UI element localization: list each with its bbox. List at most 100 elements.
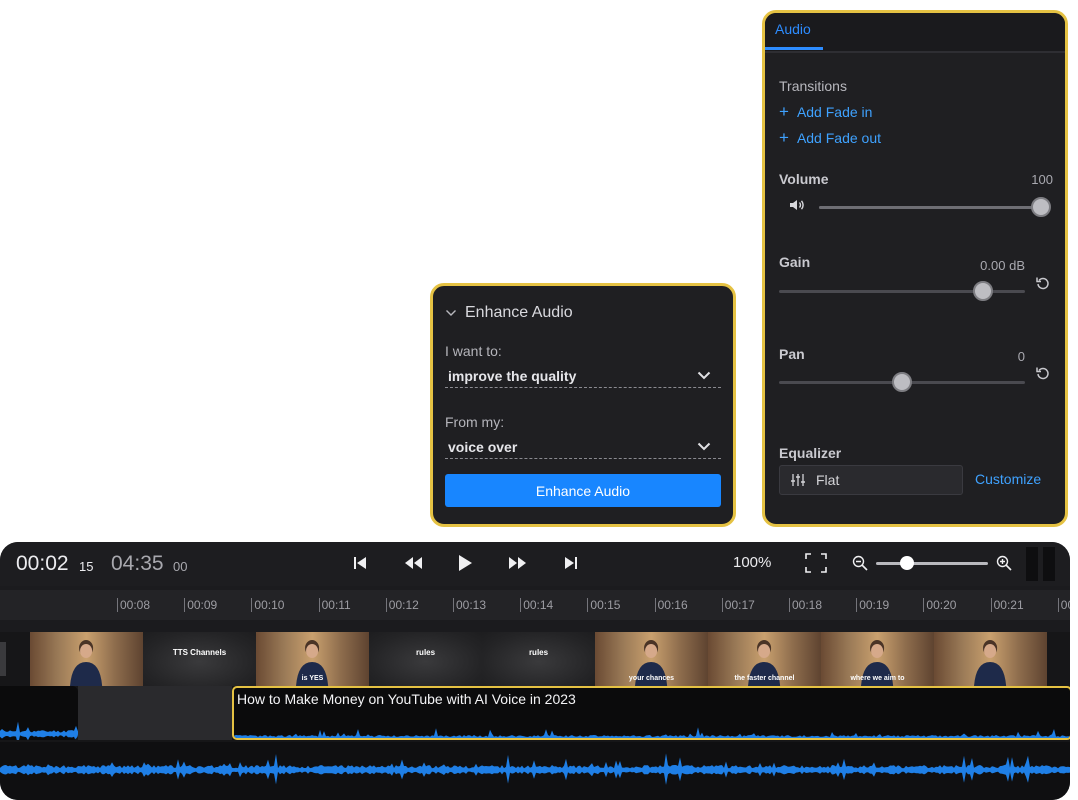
add-fade-in-button[interactable]: + Add Fade in bbox=[779, 102, 873, 121]
audio-properties-panel: Audio Transitions + Add Fade in + Add Fa… bbox=[762, 10, 1068, 527]
equalizer-preset-value: Flat bbox=[816, 472, 840, 488]
ruler-tick: 00:08 bbox=[117, 598, 150, 612]
zoom-in-icon[interactable] bbox=[996, 555, 1012, 571]
ruler-tick: 00:12 bbox=[385, 598, 419, 612]
speaker-icon[interactable] bbox=[789, 198, 805, 212]
video-clip-thumbnail[interactable]: is YES bbox=[256, 632, 369, 686]
video-clip-thumbnail[interactable] bbox=[30, 632, 143, 686]
selected-audio-clip[interactable]: How to Make Money on YouTube with AI Voi… bbox=[232, 686, 1070, 740]
presenter-figure bbox=[972, 638, 1008, 686]
video-track[interactable]: TTS Channels is YES rules rules your chances… bbox=[0, 632, 1070, 686]
ruler-tick: 00:16 bbox=[654, 598, 688, 612]
from-my-label: From my: bbox=[445, 414, 505, 430]
presenter-figure bbox=[68, 638, 104, 686]
volume-slider-track[interactable] bbox=[819, 206, 1041, 209]
video-editor: 00:02 15 04:35 00 100% 00:08 00:09 00:10… bbox=[0, 542, 1070, 800]
want-to-select[interactable]: improve the quality bbox=[445, 364, 721, 388]
skip-to-end-icon[interactable] bbox=[564, 555, 578, 571]
clip-caption: the faster channel bbox=[734, 675, 795, 682]
plus-icon: + bbox=[779, 128, 789, 147]
ruler-tick: 00:19 bbox=[856, 598, 889, 612]
gain-label: Gain bbox=[779, 254, 811, 270]
equalizer-preset-select[interactable]: Flat bbox=[779, 465, 963, 495]
video-clip-thumbnail[interactable]: TTS Channels bbox=[143, 632, 256, 686]
volume-slider-fill bbox=[819, 206, 1041, 209]
ruler-tick: 00:21 bbox=[990, 598, 1024, 612]
ruler-tick: 00:15 bbox=[587, 598, 620, 612]
audio-clip-previous[interactable] bbox=[0, 686, 78, 740]
audio-tab-bar: Audio bbox=[765, 13, 1065, 53]
gain-reset-icon[interactable] bbox=[1035, 275, 1051, 291]
volume-label: Volume bbox=[779, 171, 829, 187]
video-clip-thumbnail[interactable] bbox=[934, 632, 1047, 686]
timeline-zoom-slider[interactable] bbox=[876, 562, 988, 565]
video-clip-thumbnail[interactable]: rules bbox=[369, 632, 482, 686]
track-gap bbox=[78, 686, 232, 740]
player-controls: 00:02 15 04:35 00 100% bbox=[0, 542, 1070, 586]
fast-forward-icon[interactable] bbox=[508, 556, 528, 570]
from-my-select[interactable]: voice over bbox=[445, 435, 721, 459]
pan-label: Pan bbox=[779, 346, 805, 362]
clip-caption: where we aim to bbox=[850, 675, 905, 682]
plus-icon: + bbox=[779, 102, 789, 121]
play-icon[interactable] bbox=[457, 554, 473, 572]
ruler-tick: 00:13 bbox=[453, 598, 486, 612]
total-time: 04:35 bbox=[111, 552, 164, 575]
ruler-tick: 00:17 bbox=[721, 598, 755, 612]
chevron-down-icon bbox=[445, 309, 457, 317]
enhance-audio-button[interactable]: Enhance Audio bbox=[445, 474, 721, 507]
clip-caption: your chances bbox=[628, 675, 675, 682]
clip-caption: TTS Channels bbox=[172, 648, 227, 657]
customize-equalizer-link[interactable]: Customize bbox=[975, 471, 1041, 487]
equalizer-label: Equalizer bbox=[779, 445, 842, 461]
gain-value: 0.00 dB bbox=[980, 258, 1025, 273]
clip-caption: is YES bbox=[301, 675, 324, 682]
ruler-tick: 00:09 bbox=[184, 598, 217, 612]
active-tab-indicator bbox=[765, 47, 823, 50]
enhance-audio-header[interactable]: Enhance Audio bbox=[445, 304, 573, 322]
fullscreen-icon[interactable] bbox=[805, 553, 827, 573]
timeline-zoom-handle[interactable] bbox=[900, 556, 915, 570]
chevron-down-icon bbox=[697, 442, 711, 451]
volume-value: 100 bbox=[1031, 172, 1053, 187]
timeline-ruler[interactable]: 00:08 00:09 00:10 00:11 00:12 00:13 00:14 00:15… bbox=[0, 590, 1070, 620]
gain-slider-handle[interactable] bbox=[973, 281, 994, 301]
add-fade-in-label: Add Fade in bbox=[796, 104, 873, 120]
video-clip-thumbnail[interactable]: rules bbox=[482, 632, 595, 686]
want-to-label: I want to: bbox=[445, 343, 502, 359]
clip-caption: rules bbox=[528, 648, 549, 657]
waveform bbox=[0, 721, 78, 740]
current-time: 00:02 bbox=[16, 552, 69, 575]
zoom-out-icon[interactable] bbox=[852, 555, 868, 571]
ruler-tick: 00:14 bbox=[520, 598, 553, 612]
panel-toggle[interactable] bbox=[1026, 547, 1056, 581]
pan-value: 0 bbox=[1017, 349, 1025, 364]
pan-reset-icon[interactable] bbox=[1035, 365, 1051, 381]
want-to-value: improve the quality bbox=[448, 367, 577, 384]
waveform bbox=[0, 753, 1070, 785]
clip-caption: rules bbox=[415, 648, 436, 657]
add-fade-out-button[interactable]: + Add Fade out bbox=[779, 128, 881, 147]
equalizer-sliders-icon bbox=[790, 473, 806, 487]
music-audio-track[interactable] bbox=[0, 742, 1070, 800]
pan-slider-handle[interactable] bbox=[892, 372, 912, 392]
video-clip-thumbnail[interactable]: the faster channel bbox=[708, 632, 821, 686]
add-fade-out-label: Add Fade out bbox=[796, 130, 881, 146]
zoom-percentage[interactable]: 100% bbox=[733, 554, 771, 571]
ruler-tick: 00:10 bbox=[251, 598, 284, 612]
tab-audio[interactable]: Audio bbox=[775, 21, 811, 37]
ruler-tick: 00:20 bbox=[923, 598, 956, 612]
skip-to-start-icon[interactable] bbox=[353, 555, 367, 571]
video-clip-thumbnail[interactable]: your chances bbox=[595, 632, 708, 686]
video-clip-thumbnail[interactable]: where we aim to bbox=[821, 632, 934, 686]
current-frames: 15 bbox=[79, 559, 94, 574]
track-start-marker bbox=[0, 642, 6, 676]
enhance-audio-panel: Enhance Audio I want to: improve the qua… bbox=[430, 283, 736, 527]
audio-clip-title: How to Make Money on YouTube with AI Voi… bbox=[237, 691, 576, 707]
from-my-value: voice over bbox=[448, 438, 518, 455]
volume-slider-handle[interactable] bbox=[1031, 197, 1051, 217]
ruler-tick: 00:18 bbox=[789, 598, 822, 612]
waveform bbox=[234, 727, 1070, 738]
voice-audio-track[interactable]: How to Make Money on YouTube with AI Voi… bbox=[0, 686, 1070, 742]
rewind-icon[interactable] bbox=[403, 556, 423, 570]
